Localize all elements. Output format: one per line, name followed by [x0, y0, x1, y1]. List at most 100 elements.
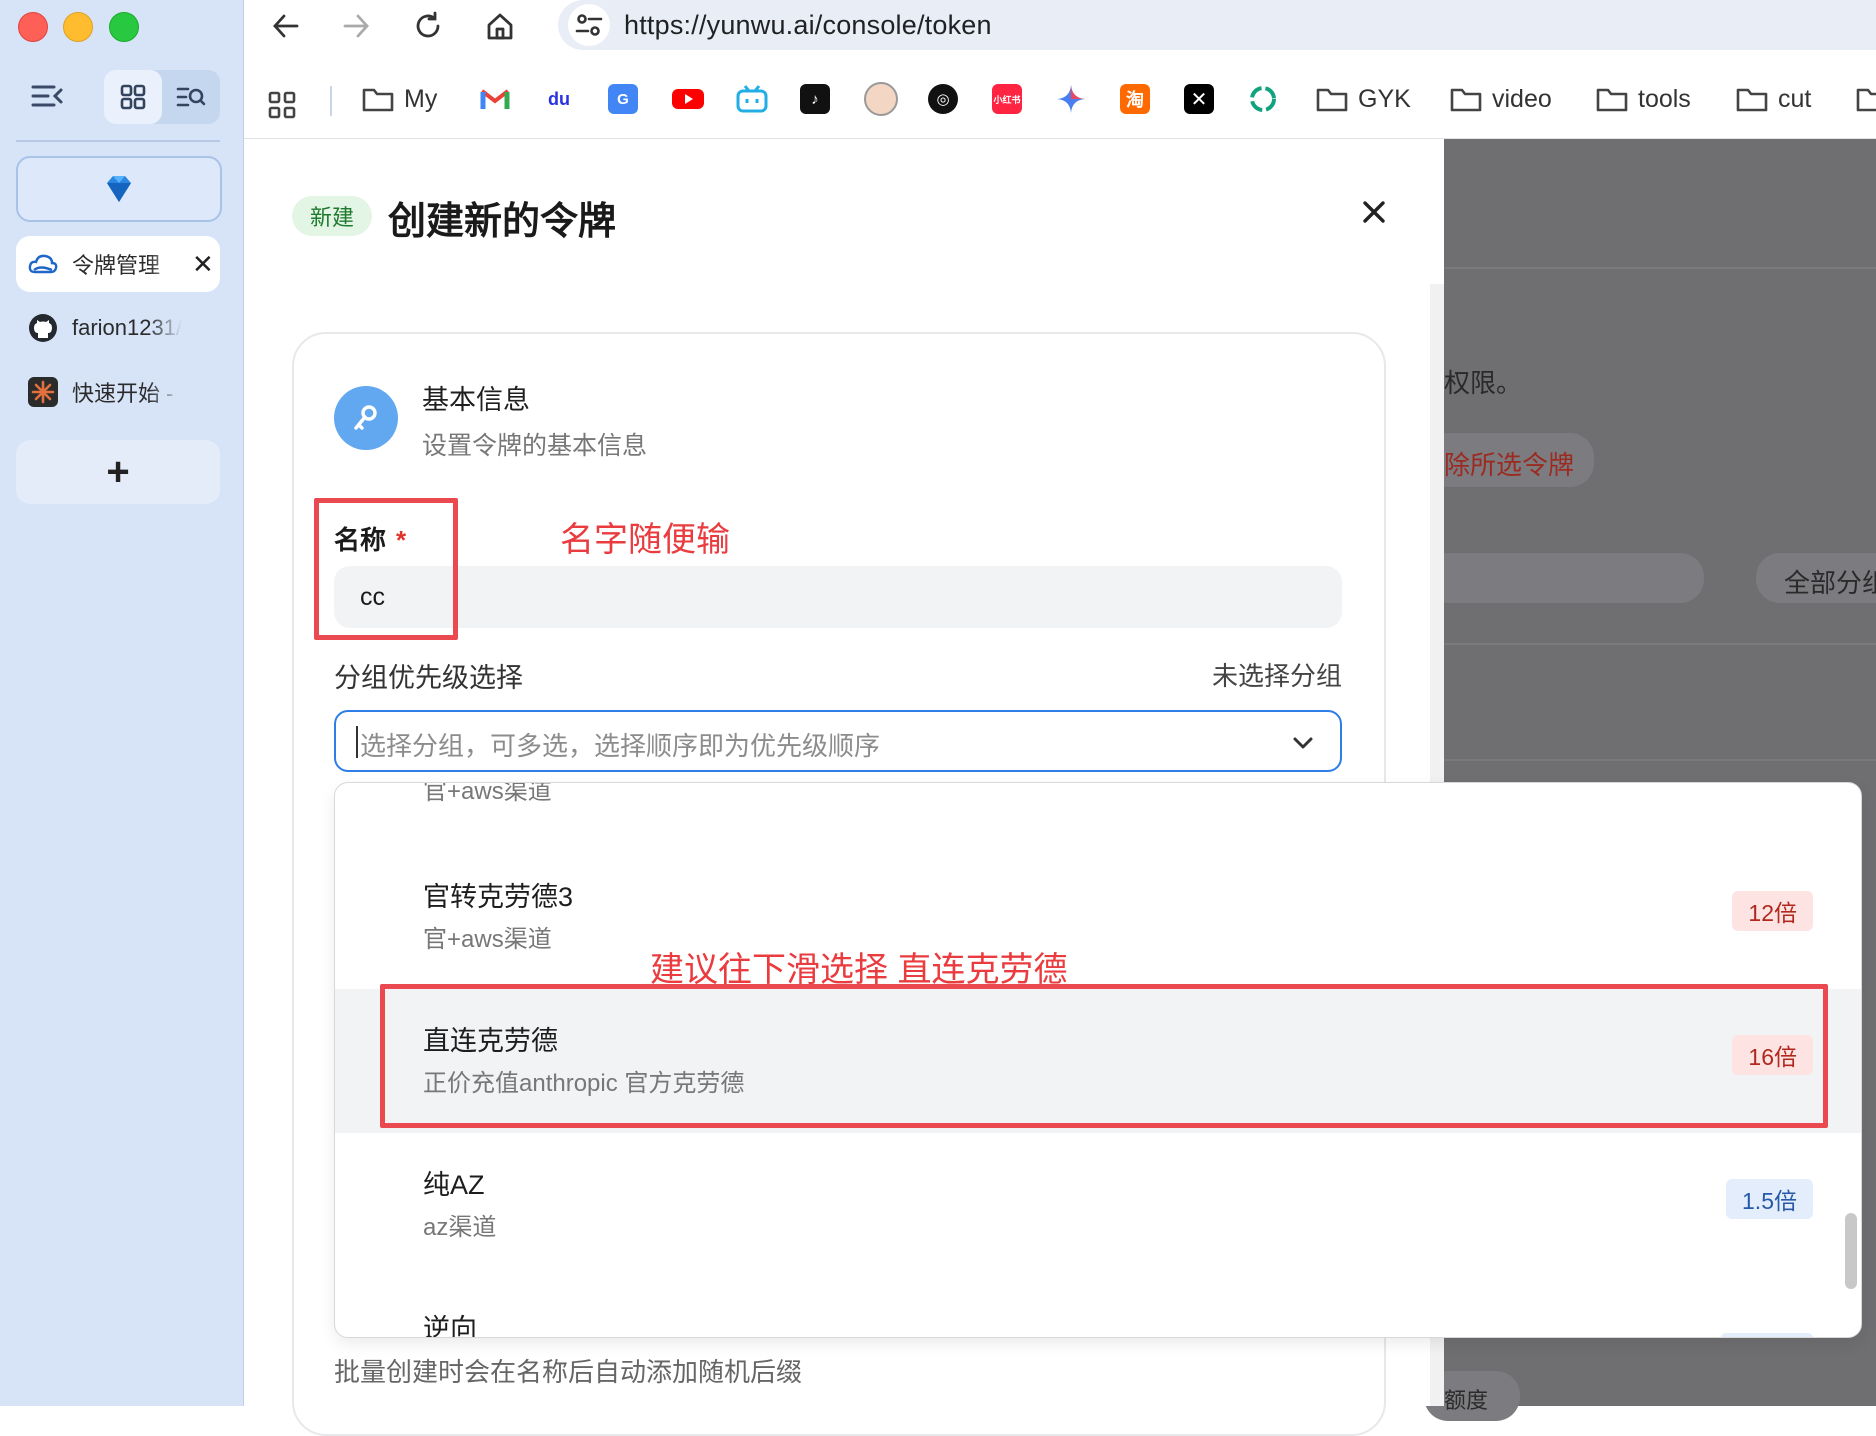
- url-text: https://yunwu.ai/console/token: [624, 10, 992, 40]
- group-option[interactable]: 官转克劳德3 官+aws渠道 12倍: [335, 845, 1861, 989]
- baidu-icon: du: [544, 84, 574, 114]
- bookmark-folder-video[interactable]: video: [1450, 74, 1552, 124]
- pinned-extension-card[interactable]: [16, 156, 222, 222]
- bookmark-label: tools: [1638, 84, 1691, 113]
- gemini-icon: [1057, 85, 1085, 113]
- bookmark-x[interactable]: ✕: [1184, 74, 1214, 124]
- bookmark-folder-gyk[interactable]: GYK: [1316, 74, 1411, 124]
- tab-search-button[interactable]: [162, 70, 220, 124]
- ratio-badge: 1.5倍: [1726, 1179, 1813, 1219]
- sidebar-tab-label: 令牌管理: [72, 253, 161, 278]
- bookmark-openai[interactable]: ◎: [928, 74, 958, 124]
- group-option[interactable]: 逆向: [335, 1277, 1861, 1338]
- close-icon: [1363, 201, 1385, 223]
- bookmark-gmail[interactable]: [480, 74, 510, 124]
- claude-icon: [28, 377, 58, 407]
- home-button[interactable]: [480, 8, 520, 44]
- zoom-window-button[interactable]: [109, 12, 139, 42]
- tiktok-icon: ♪: [800, 84, 830, 114]
- apps-grid-icon: [268, 91, 296, 119]
- sidebar-tab-quickstart[interactable]: 快速开始 -: [16, 364, 220, 420]
- sidebar-tab-token-management[interactable]: 令牌管理 ✕: [16, 236, 220, 292]
- bookmark-gemini[interactable]: [1056, 74, 1086, 124]
- folder-icon: [1316, 88, 1348, 112]
- name-annotation-box: [314, 498, 458, 640]
- folder-icon: [1596, 88, 1628, 112]
- minimize-window-button[interactable]: [63, 12, 93, 42]
- address-bar[interactable]: https://yunwu.ai/console/token: [558, 0, 1876, 50]
- chevron-down-icon[interactable]: [1288, 728, 1318, 758]
- bookmark-baidu[interactable]: du: [544, 74, 574, 124]
- ratio-badge: 12倍: [1732, 891, 1813, 931]
- grid-icon: [120, 84, 146, 110]
- bookmark-youtube[interactable]: [672, 74, 704, 124]
- option-name: 逆向: [423, 1314, 477, 1338]
- folder-icon: [362, 88, 394, 112]
- close-window-button[interactable]: [18, 12, 48, 42]
- arrow-right-icon: [343, 14, 369, 38]
- xiaohongshu-icon: 小红书: [992, 84, 1022, 114]
- reload-button[interactable]: [408, 8, 448, 44]
- bookmark-label: My: [404, 84, 438, 113]
- sidebar-tab-label: farion1231/: [72, 315, 182, 340]
- section-title: 基本信息: [422, 385, 530, 415]
- key-icon: [334, 386, 398, 450]
- collapse-sidebar-icon[interactable]: [30, 82, 64, 110]
- token-name-input[interactable]: [334, 566, 1342, 628]
- bookmark-bilibili[interactable]: [736, 74, 768, 124]
- new-badge: 新建: [292, 196, 372, 236]
- home-icon: [487, 13, 513, 40]
- background-group-filter: 全部分组: [1784, 568, 1876, 598]
- tab-grid-view-button[interactable]: [104, 70, 162, 124]
- back-button[interactable]: [266, 8, 306, 44]
- openai-icon: ◎: [928, 84, 958, 114]
- bookmark-folder-cut[interactable]: cut: [1736, 74, 1811, 124]
- site-settings-icon[interactable]: [568, 4, 610, 46]
- reload-icon: [416, 11, 440, 38]
- bookmark-taobao[interactable]: 淘: [1120, 74, 1150, 124]
- option-name: 官转克劳德3: [423, 882, 574, 912]
- text-cursor: [356, 726, 358, 758]
- bookmark-google-translate[interactable]: G: [608, 74, 638, 124]
- bookmark-chatgpt[interactable]: [1248, 74, 1278, 124]
- ratio-badge: [1721, 1333, 1813, 1337]
- background-quota-text: 额度: [1444, 1388, 1489, 1413]
- option-name: 纯AZ: [423, 1170, 485, 1200]
- close-tab-icon[interactable]: ✕: [192, 249, 214, 280]
- partial-option-desc: 官+aws渠道: [423, 782, 552, 805]
- forward-button[interactable]: [336, 8, 376, 44]
- option-desc: az渠道: [423, 1214, 497, 1241]
- bookmark-folder-my[interactable]: My: [362, 74, 437, 124]
- youtube-icon: [672, 89, 704, 109]
- apps-grid-button[interactable]: [268, 80, 296, 130]
- bookmark-avatar[interactable]: [864, 74, 898, 124]
- search-list-icon: [176, 87, 206, 107]
- batch-helper-text: 批量创建时会在名称后自动添加随机后缀: [334, 1357, 803, 1387]
- bookmark-folder-overflow[interactable]: [1856, 74, 1876, 124]
- group-priority-label: 分组优先级选择: [334, 663, 523, 693]
- bookmark-tiktok[interactable]: ♪: [800, 74, 830, 124]
- x-icon: ✕: [1184, 84, 1214, 114]
- bookmark-label: GYK: [1358, 84, 1411, 113]
- bookmark-label: cut: [1778, 84, 1812, 113]
- sidebar-view-switch: [104, 70, 220, 124]
- group-priority-select[interactable]: 选择分组，可多选，选择顺序即为优先级顺序: [334, 710, 1342, 772]
- vertical-tab-sidebar: 令牌管理 ✕ farion1231/ 快速开始 - +: [0, 0, 244, 1406]
- close-modal-button[interactable]: [1356, 194, 1392, 230]
- sidebar-tab-github[interactable]: farion1231/: [16, 300, 220, 356]
- google-translate-icon: G: [608, 84, 638, 114]
- cloud-icon: [28, 249, 58, 279]
- group-option[interactable]: 纯AZ az渠道 1.5倍: [335, 1133, 1861, 1277]
- new-tab-button[interactable]: +: [16, 440, 220, 504]
- sidebar-divider: [16, 140, 220, 142]
- taobao-icon: 淘: [1120, 84, 1150, 114]
- plus-icon: +: [106, 449, 130, 494]
- dropdown-scrollbar-thumb[interactable]: [1845, 1213, 1857, 1289]
- gmail-icon: [480, 89, 510, 109]
- option-desc: 官+aws渠道: [423, 926, 552, 953]
- bookmark-xiaohongshu[interactable]: 小红书: [992, 74, 1022, 124]
- folder-icon: [1856, 88, 1876, 112]
- bookmark-separator: [330, 86, 332, 116]
- background-delete-text: 除所选令牌: [1444, 450, 1575, 480]
- bookmark-folder-tools[interactable]: tools: [1596, 74, 1691, 124]
